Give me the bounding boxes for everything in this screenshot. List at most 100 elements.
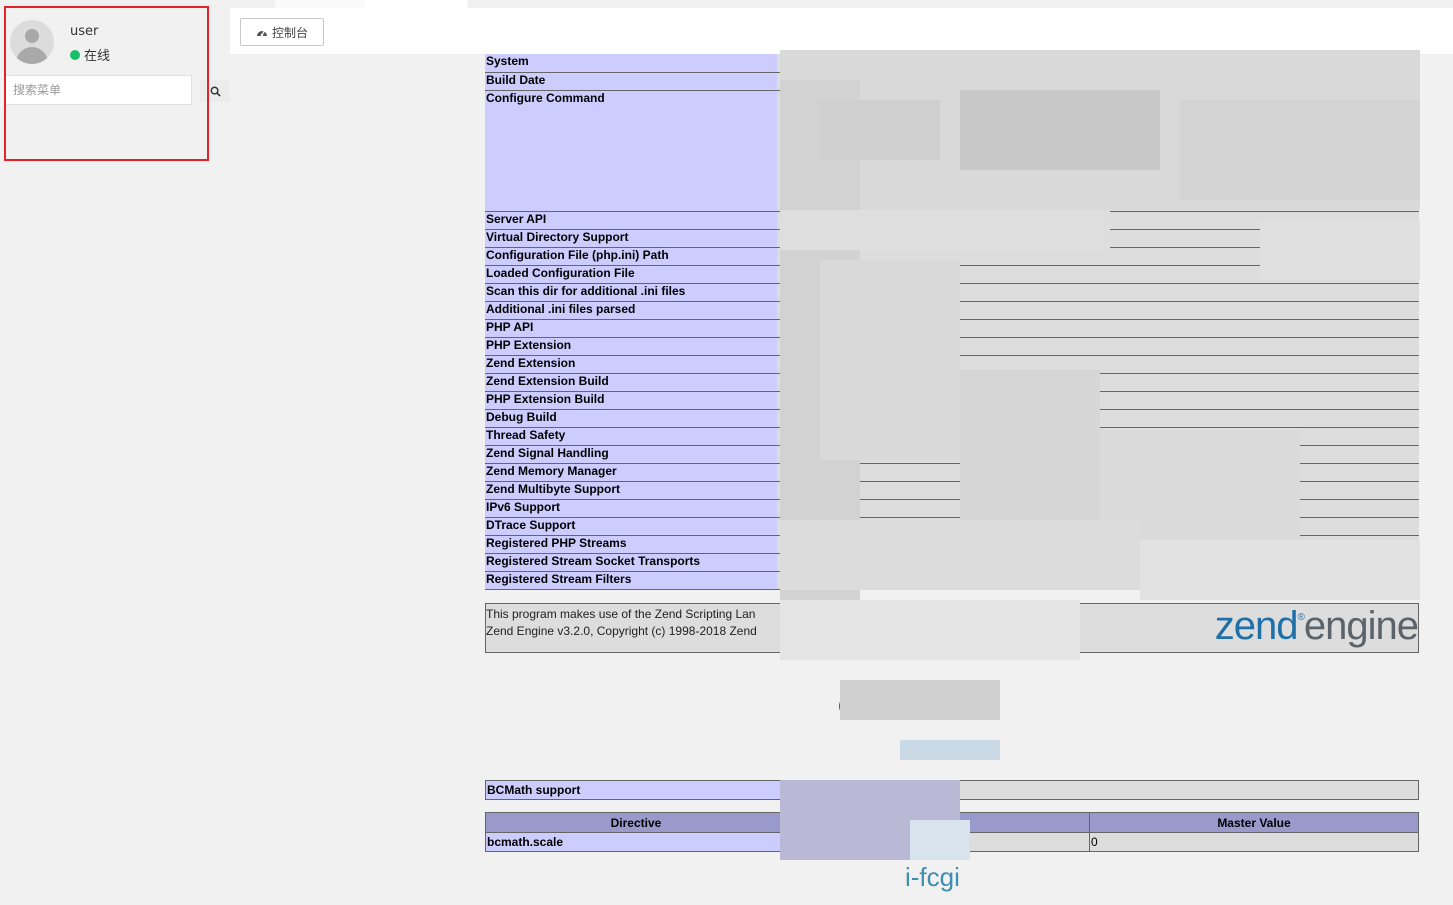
phpinfo-row-value — [777, 301, 1419, 320]
phpinfo-row-value — [777, 90, 1419, 212]
phpinfo-row-value — [777, 72, 1419, 91]
zend-credit-line: This program makes use of the Zend Scrip… — [486, 607, 756, 621]
phpinfo-row: Zend Signal Handling — [485, 445, 1419, 464]
zend-logo-word: zend — [1214, 604, 1299, 648]
phpinfo-row-value — [777, 517, 1419, 536]
phpinfo-row-value — [777, 427, 1419, 446]
phpinfo-row-label: Registered Stream Filters — [485, 571, 777, 590]
phpinfo-row: PHP API — [485, 319, 1419, 338]
phpinfo-row-label: Virtual Directory Support — [485, 229, 777, 248]
phpinfo-row-value — [777, 445, 1419, 464]
zend-engine-logo[interactable]: zend®engine — [1214, 604, 1419, 649]
phpinfo-row-label: PHP Extension — [485, 337, 777, 356]
top-toolbar: 控制台 — [230, 8, 1453, 54]
phpinfo-row: Zend Multibyte Support — [485, 481, 1419, 500]
phpinfo-content: System Build Date Configure Command Server … — [485, 54, 1419, 590]
zend-logo-engine-word: engine — [1303, 604, 1419, 648]
phpinfo-row-label: DTrace Support — [485, 517, 777, 536]
phpinfo-row-label: Thread Safety — [485, 427, 777, 446]
phpinfo-row-label: Zend Signal Handling — [485, 445, 777, 464]
phpinfo-row: PHP Extension Build — [485, 391, 1419, 410]
phpinfo-row-value — [777, 391, 1419, 410]
phpinfo-row-value — [777, 409, 1419, 428]
phpinfo-row-label: PHP Extension Build — [485, 391, 777, 410]
phpinfo-row: Zend Memory Manager — [485, 463, 1419, 482]
phpinfo-row-value — [777, 247, 1419, 266]
phpinfo-row: Virtual Directory Support — [485, 229, 1419, 248]
dashboard-icon — [257, 30, 267, 36]
phpinfo-row: Registered Stream Socket Transports — [485, 553, 1419, 572]
phpinfo-row: Registered PHP Streams — [485, 535, 1419, 554]
tab-strip-segment[interactable] — [275, 0, 366, 8]
phpinfo-row-value — [777, 463, 1419, 482]
phpinfo-row-value — [777, 54, 1419, 73]
phpinfo-row-label: Scan this dir for additional .ini files — [485, 283, 777, 302]
zend-logo-reg-mark: ® — [1297, 612, 1305, 623]
phpinfo-row: DTrace Support — [485, 517, 1419, 536]
phpinfo-row: Zend Extension — [485, 355, 1419, 374]
phpinfo-row-value — [777, 499, 1419, 518]
phpinfo-row: Zend Extension Build — [485, 373, 1419, 392]
section-link-fragment[interactable]: i-fcgi — [905, 862, 960, 893]
bcmath-support-value — [786, 780, 1419, 800]
phpinfo-row-value — [777, 571, 1419, 590]
phpinfo-row-label: Configure Command — [485, 90, 777, 212]
phpinfo-row-value — [777, 535, 1419, 554]
phpinfo-row-label: Registered Stream Socket Transports — [485, 553, 777, 572]
phpinfo-row-label: Configuration File (php.ini) Path — [485, 247, 777, 266]
phpinfo-row: Build Date — [485, 72, 1419, 91]
zend-credit-box: This program makes use of the Zend Scrip… — [485, 603, 1419, 653]
bcmath-scale-master: 0 — [1089, 832, 1419, 852]
phpinfo-row-label: Registered PHP Streams — [485, 535, 777, 554]
phpinfo-row-label: PHP API — [485, 319, 777, 338]
local-value-header: e — [786, 812, 1090, 833]
phpinfo-row-value — [777, 337, 1419, 356]
console-button[interactable]: 控制台 — [240, 18, 325, 46]
phpinfo-row: Additional .ini files parsed — [485, 301, 1419, 320]
phpinfo-row: Configuration File (php.ini) Path — [485, 247, 1419, 266]
phpinfo-row-value — [777, 283, 1419, 302]
phpinfo-row-value — [777, 553, 1419, 572]
phpinfo-row-label: IPv6 Support — [485, 499, 777, 518]
phpinfo-row-label: Server API — [485, 211, 777, 230]
phpinfo-row: Registered Stream Filters — [485, 571, 1419, 590]
master-value-header: Master Value — [1089, 812, 1419, 833]
phpinfo-row-label: Loaded Configuration File — [485, 265, 777, 284]
phpinfo-row: PHP Extension — [485, 337, 1419, 356]
sidebar: user 在线 — [0, 0, 230, 905]
phpinfo-row: Loaded Configuration File — [485, 265, 1419, 284]
console-button-label: 控制台 — [272, 25, 309, 40]
phpinfo-row-label: Additional .ini files parsed — [485, 301, 777, 320]
phpinfo-row-value — [777, 265, 1419, 284]
phpinfo-row-label: Zend Multibyte Support — [485, 481, 777, 500]
bcmath-scale-local — [786, 832, 1090, 852]
bcmath-table: BCMath support — [485, 780, 1419, 800]
zend-copyright-line: Zend Engine v3.2.0, Copyright (c) 1998-2… — [486, 624, 757, 638]
phpinfo-row-label: Zend Extension — [485, 355, 777, 374]
phpinfo-row-value — [777, 373, 1419, 392]
phpinfo-row-value — [777, 211, 1419, 230]
phpinfo-row-value — [777, 355, 1419, 374]
phpinfo-row-label: System — [485, 54, 777, 73]
search-icon — [210, 86, 221, 97]
phpinfo-row-label: Debug Build — [485, 409, 777, 428]
phpinfo-row: Scan this dir for additional .ini files — [485, 283, 1419, 302]
phpinfo-row-value — [777, 481, 1419, 500]
phpinfo-row-value — [777, 229, 1419, 248]
phpinfo-table: System Build Date Configure Command Server … — [485, 54, 1419, 590]
phpinfo-row-label: Zend Memory Manager — [485, 463, 777, 482]
phpinfo-row-label: Zend Extension Build — [485, 373, 777, 392]
phpinfo-row: Configure Command — [485, 90, 1419, 212]
bcmath-support-label: BCMath support — [485, 780, 787, 800]
selection-highlight-box — [4, 6, 209, 161]
phpinfo-row-label: Build Date — [485, 72, 777, 91]
phpinfo-row: System — [485, 54, 1419, 73]
phpinfo-row: Thread Safety — [485, 427, 1419, 446]
tab-strip-segment[interactable] — [365, 0, 469, 8]
directive-header: Directive — [485, 812, 787, 833]
section-title-fragment: on — [838, 688, 872, 721]
phpinfo-row-value — [777, 319, 1419, 338]
bcmath-scale-label: bcmath.scale — [485, 832, 787, 852]
phpinfo-row: IPv6 Support — [485, 499, 1419, 518]
phpinfo-row: Server API — [485, 211, 1419, 230]
